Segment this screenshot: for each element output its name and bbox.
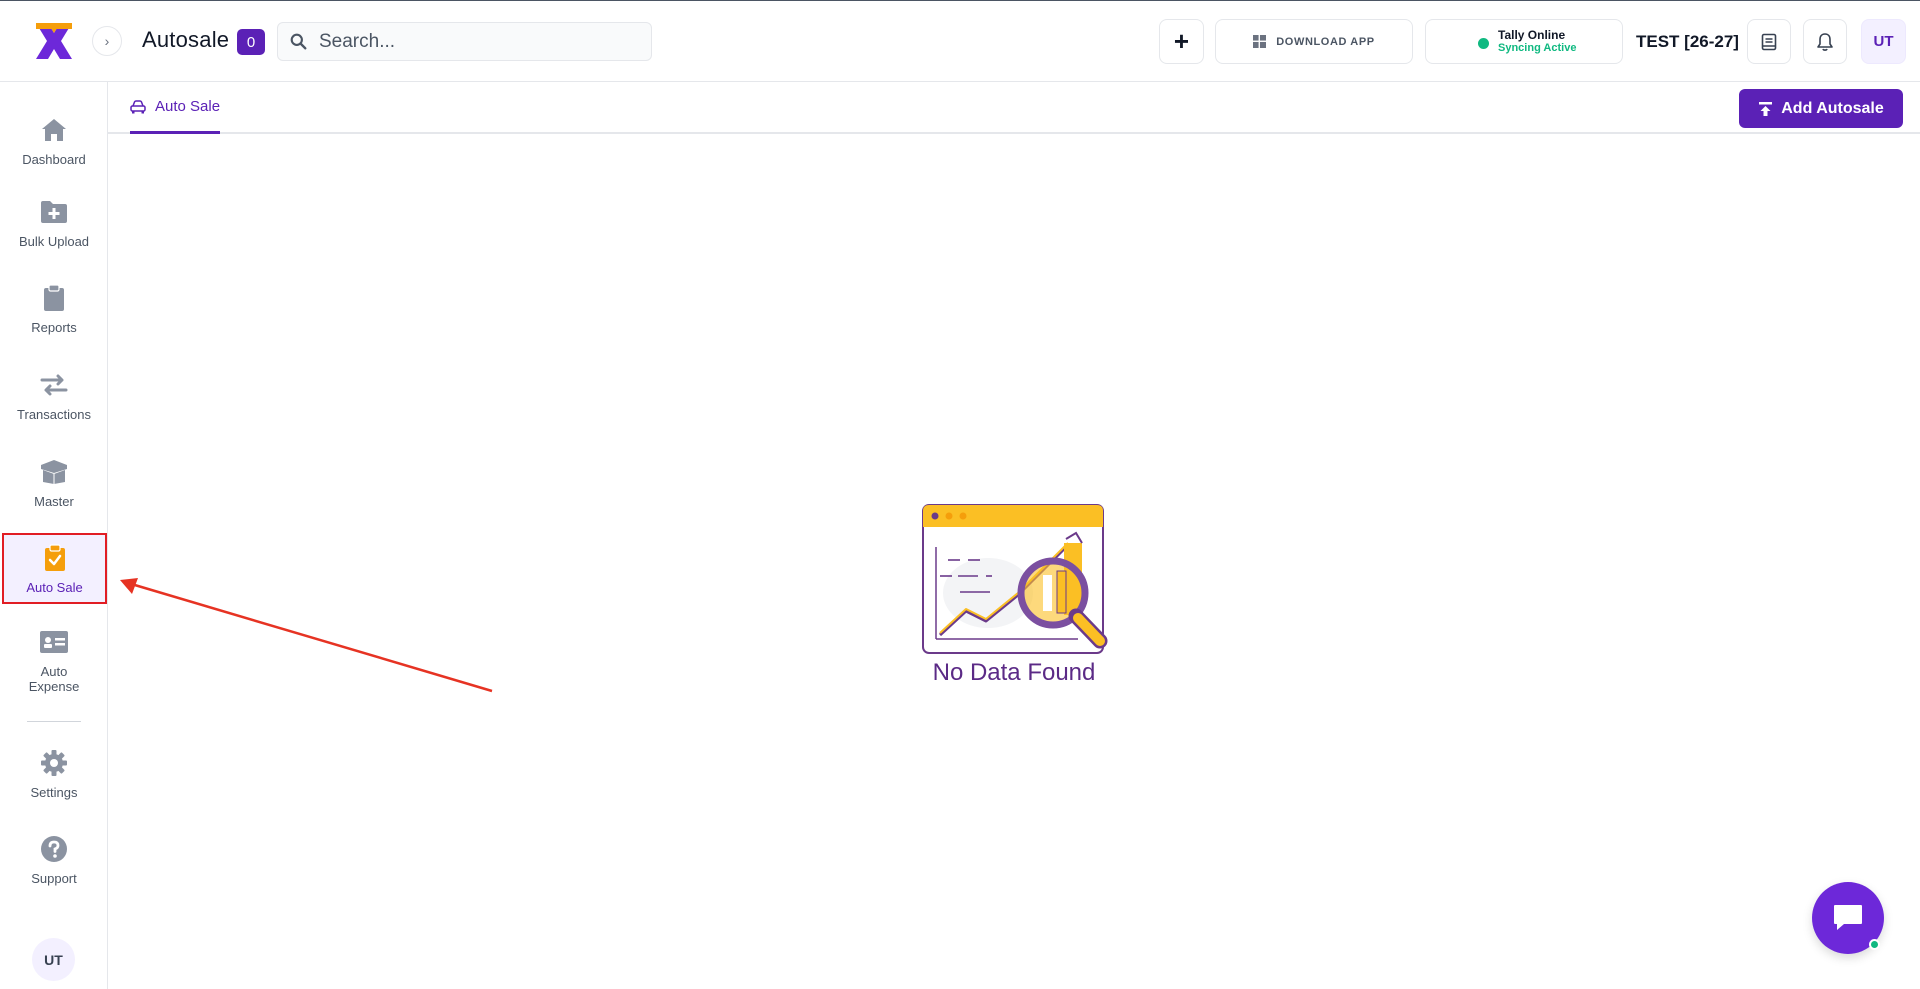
sidebar-user-avatar[interactable]: UT	[32, 938, 75, 981]
tab-bar: Auto Sale	[108, 82, 1920, 134]
clipboard-icon	[38, 282, 70, 314]
plus-icon: +	[1173, 26, 1190, 56]
chat-icon	[1834, 905, 1862, 930]
gear-icon	[38, 747, 70, 779]
sidebar-item-reports[interactable]: Reports	[8, 282, 100, 335]
id-card-icon	[38, 626, 70, 658]
clipboard-check-icon	[39, 542, 71, 574]
add-autosale-label: Add Autosale	[1781, 99, 1884, 117]
app-window: › Autosale 0 + DOWNLOAD APP	[0, 0, 1920, 989]
question-icon	[38, 833, 70, 865]
online-status-dot	[1478, 38, 1489, 49]
tab-label: Auto Sale	[155, 98, 221, 115]
no-data-illustration	[922, 504, 1108, 654]
book-icon	[1761, 33, 1777, 50]
chat-support-button[interactable]	[1812, 882, 1884, 954]
notifications-button[interactable]	[1803, 19, 1847, 64]
tab-auto-sale[interactable]: Auto Sale	[130, 82, 221, 134]
search-icon	[290, 33, 307, 50]
sidebar-item-label: Auto Expense	[28, 664, 80, 694]
search-input[interactable]	[319, 30, 639, 53]
search-box[interactable]	[277, 22, 652, 61]
sidebar-item-auto-expense[interactable]: Auto Expense	[8, 626, 100, 694]
tally-sync-label: Syncing Active	[1498, 41, 1577, 54]
sidebar-item-transactions[interactable]: Transactions	[8, 369, 100, 422]
windows-icon	[1253, 35, 1267, 48]
sidebar-item-auto-sale[interactable]: Auto Sale	[2, 533, 107, 604]
sidebar-item-support[interactable]: Support	[8, 833, 100, 886]
sidebar-item-label: Auto Sale	[26, 580, 83, 595]
upload-icon	[1759, 101, 1773, 116]
download-app-label: DOWNLOAD APP	[1276, 35, 1375, 48]
sidebar: Dashboard Bulk Upload Reports Transactio…	[0, 82, 108, 989]
sidebar-divider	[27, 721, 81, 722]
company-selector[interactable]: TEST [26-27]	[1636, 32, 1739, 52]
sidebar-item-label: Transactions	[17, 407, 91, 422]
box-icon	[38, 456, 70, 488]
page-title: Autosale	[142, 27, 230, 52]
sidebar-item-label: Bulk Upload	[18, 234, 90, 249]
sidebar-item-dashboard[interactable]: Dashboard	[8, 114, 100, 167]
sidebar-item-label: Settings	[30, 785, 78, 800]
count-badge: 0	[237, 29, 265, 55]
sidebar-item-label: Master	[34, 494, 74, 509]
tally-status-text: Tally Online Syncing Active	[1498, 27, 1577, 55]
sidebar-item-bulk-upload[interactable]: Bulk Upload	[8, 196, 100, 249]
add-new-button[interactable]: +	[1159, 19, 1204, 64]
sidebar-item-label: Dashboard	[22, 152, 86, 167]
empty-state-message: No Data Found	[932, 659, 1096, 686]
user-avatar[interactable]: UT	[1861, 19, 1906, 64]
add-autosale-button[interactable]: Add Autosale	[1739, 89, 1903, 128]
car-icon	[130, 99, 146, 113]
sidebar-item-label: Reports	[31, 320, 77, 335]
arrows-exchange-icon	[38, 369, 70, 401]
home-icon	[38, 114, 70, 146]
guide-button[interactable]	[1747, 19, 1791, 64]
sidebar-item-settings[interactable]: Settings	[8, 747, 100, 800]
sidebar-item-master[interactable]: Master	[8, 456, 100, 509]
tally-status-button[interactable]: Tally Online Syncing Active	[1425, 19, 1623, 64]
chat-online-dot	[1869, 939, 1880, 950]
app-logo-icon[interactable]	[34, 21, 74, 61]
tally-status-label: Tally Online	[1498, 27, 1566, 42]
sidebar-item-label: Support	[31, 871, 77, 886]
top-bar: › Autosale 0 + DOWNLOAD APP	[0, 1, 1920, 82]
download-app-button[interactable]: DOWNLOAD APP	[1215, 19, 1413, 64]
bell-icon	[1817, 32, 1833, 51]
chevron-right-icon: ›	[104, 33, 110, 49]
annotation-arrow	[120, 578, 493, 693]
expand-sidebar-button[interactable]: ›	[92, 26, 122, 56]
folder-plus-icon	[38, 196, 70, 228]
